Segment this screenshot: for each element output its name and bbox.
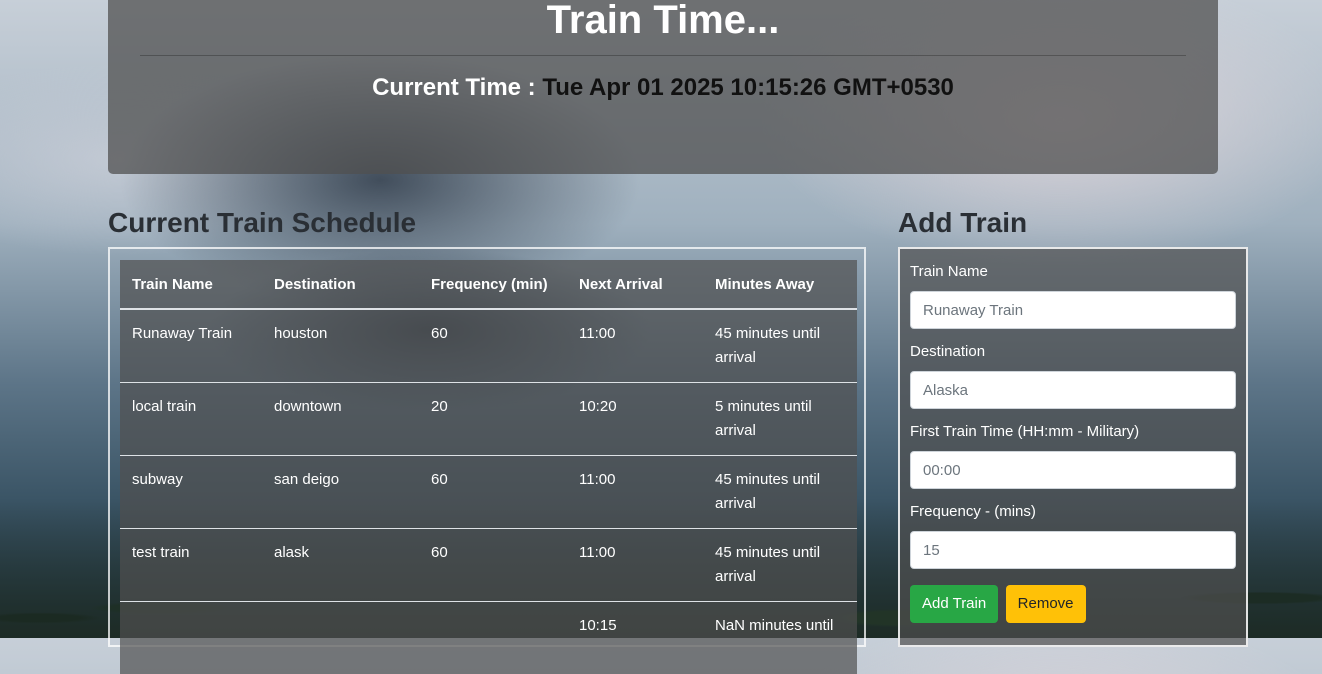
table-row: test train alask 60 11:00 45 minutes unt… (120, 527, 857, 601)
frequency-input[interactable] (910, 531, 1236, 569)
schedule-heading: Current Train Schedule (108, 207, 417, 238)
add-train-button[interactable]: Add Train (910, 585, 999, 623)
page-title: Train Time... (546, 0, 780, 42)
cell-train-name: test train (120, 527, 262, 601)
schedule-panel: Train Name Destination Frequency (min) N… (108, 247, 866, 674)
train-name-input[interactable] (910, 291, 1236, 329)
table-row: local train downtown 20 10:20 5 minutes … (120, 381, 857, 455)
cell-destination: san deigo (262, 454, 419, 528)
header-jumbotron: Train Time... Current Time : Tue Apr 01 … (108, 0, 1218, 174)
current-time: Current Time : Tue Apr 01 2025 10:15:26 … (108, 74, 1218, 102)
cell-train-name: subway (120, 454, 262, 528)
first-train-time-label: First Train Time (HH:mm - Military) (910, 423, 1140, 440)
add-train-form: Train Name Destination First Train Time … (898, 247, 1248, 647)
cell-train-name: Runaway Train (120, 308, 262, 382)
remove-button[interactable]: Remove (1005, 585, 1086, 623)
cell-frequency: 60 (419, 454, 567, 528)
train-name-label: Train Name (910, 263, 988, 280)
cell-minutes-away: 45 minutes until arrival (703, 527, 857, 601)
first-train-time-input[interactable] (910, 451, 1236, 489)
destination-input[interactable] (910, 371, 1236, 409)
header-divider (140, 55, 1186, 56)
cell-next-arrival: 11:00 (567, 308, 703, 382)
cell-minutes-away: 45 minutes until arrival (703, 308, 857, 382)
table-row: Runaway Train houston 60 11:00 45 minute… (120, 308, 857, 382)
column-header-destination: Destination (262, 260, 419, 310)
cell-frequency: 60 (419, 308, 567, 382)
column-header-frequency: Frequency (min) (419, 260, 567, 310)
column-header-next-arrival: Next Arrival (567, 260, 703, 310)
frequency-label: Frequency - (mins) (910, 503, 1036, 520)
cell-minutes-away: 5 minutes until arrival (703, 381, 857, 455)
cell-train-name: local train (120, 381, 262, 455)
current-time-value: Tue Apr 01 2025 10:15:26 GMT+0530 (542, 74, 954, 101)
add-train-heading: Add Train (898, 207, 1028, 238)
form-button-row: Add Train Remove (910, 585, 1236, 623)
cell-minutes-away: 45 minutes until arrival (703, 454, 857, 528)
cell-destination: alask (262, 527, 419, 601)
column-header-train-name: Train Name (120, 260, 262, 310)
destination-label: Destination (910, 343, 986, 360)
cell-next-arrival: 10:20 (567, 381, 703, 455)
cell-destination: houston (262, 308, 419, 382)
table-header-row: Train Name Destination Frequency (min) N… (120, 260, 857, 310)
cell-destination: downtown (262, 381, 419, 455)
cell-next-arrival: 11:00 (567, 454, 703, 528)
train-schedule-table: Train Name Destination Frequency (min) N… (120, 260, 857, 674)
cell-frequency: 60 (419, 527, 567, 601)
cell-next-arrival: 11:00 (567, 527, 703, 601)
current-time-label: Current Time : (372, 74, 536, 101)
table-row: subway san deigo 60 11:00 45 minutes unt… (120, 454, 857, 528)
column-header-minutes-away: Minutes Away (703, 260, 857, 310)
cell-frequency: 20 (419, 381, 567, 455)
